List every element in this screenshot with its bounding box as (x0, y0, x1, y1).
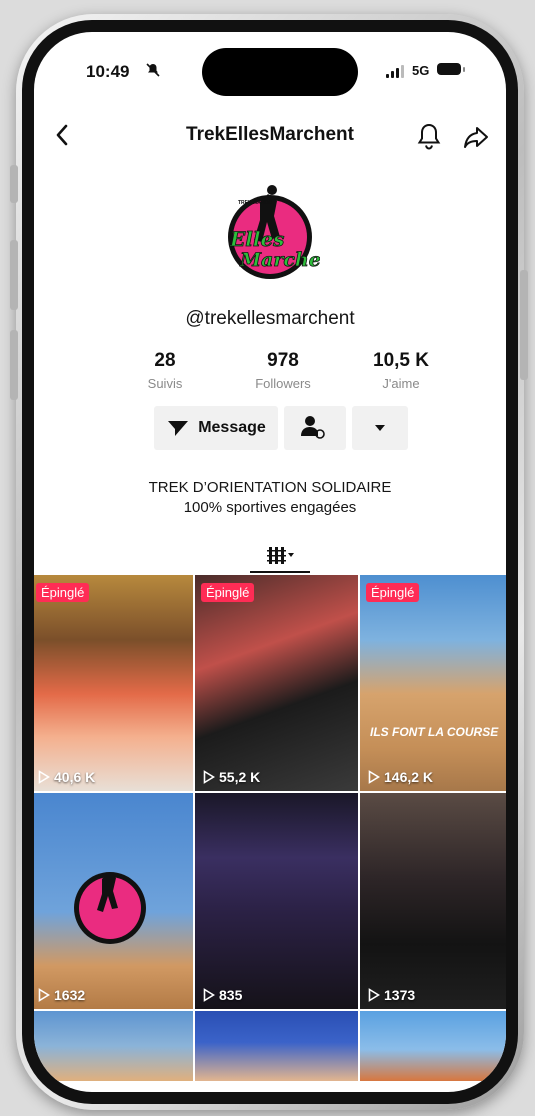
view-count-value: 146,2 K (384, 769, 434, 785)
play-icon (203, 770, 215, 784)
video-thumbnail[interactable]: Épinglé ILS FONT LA COURSE 146,2 K (360, 575, 506, 791)
view-count: 1632 (38, 987, 85, 1003)
caret-down-icon (375, 425, 385, 431)
volume-up-button (10, 240, 18, 310)
pinned-badge: Épinglé (201, 583, 255, 602)
stat-likes[interactable]: 10,5 K J'aime (346, 350, 456, 391)
video-thumbnail[interactable]: Épinglé 40,6 K (34, 575, 193, 791)
dynamic-island (202, 48, 358, 96)
view-count: 55,2 K (203, 769, 260, 785)
add-user-icon (301, 416, 325, 439)
play-icon (38, 770, 50, 784)
video-thumbnail[interactable] (34, 1011, 193, 1081)
video-thumbnail[interactable]: 835 (195, 793, 358, 1009)
stat-label: J'aime (382, 376, 420, 391)
status-time: 10:49 (86, 62, 130, 81)
message-label: Message (198, 419, 266, 436)
play-icon (368, 770, 380, 784)
profile-handle: @trekellesmarchent (185, 308, 355, 329)
stat-value: 10,5 K (373, 350, 429, 371)
stat-value: 978 (267, 350, 299, 371)
volume-down-button (10, 330, 18, 400)
signal-icon (386, 64, 404, 78)
bio-line: TREK D’ORIENTATION SOLIDAIRE (148, 479, 392, 496)
view-count-value: 1632 (54, 987, 86, 1003)
elles-marchent-logo (74, 872, 146, 944)
svg-text:TREK MAROC: TREK MAROC (238, 200, 272, 206)
play-icon (368, 988, 380, 1002)
stat-label: Suivis (147, 376, 183, 391)
network-label: 5G (412, 63, 430, 78)
silent-bell-icon (146, 63, 160, 80)
send-icon (168, 421, 189, 436)
tab-videos[interactable] (250, 538, 310, 574)
pinned-badge: Épinglé (366, 583, 420, 602)
bio-line: 100% sportives engagées (183, 499, 357, 516)
play-icon (38, 988, 50, 1002)
profile-bio: TREK D’ORIENTATION SOLIDAIRE 100% sporti… (34, 478, 506, 518)
view-count: 40,6 K (38, 769, 95, 785)
stat-label: Followers (255, 376, 311, 391)
view-count-value: 1373 (384, 987, 416, 1003)
screen: 10:49 5G TrekEllesMarchent TREK MAROC El… (34, 32, 506, 1092)
view-count: 1373 (368, 987, 415, 1003)
mute-switch (10, 165, 18, 203)
video-grid-icon (267, 547, 294, 564)
video-thumbnail[interactable]: 1632 (34, 793, 193, 1009)
video-overlay-text: ILS FONT LA COURSE (370, 725, 499, 739)
battery-icon (437, 63, 465, 75)
tab-underline (250, 571, 310, 573)
stat-value: 28 (154, 350, 176, 371)
message-button[interactable]: Message (154, 406, 278, 450)
power-button (520, 270, 528, 380)
follow-button[interactable] (284, 406, 346, 450)
stat-following[interactable]: 28 Suivis (110, 350, 220, 391)
view-count: 146,2 K (368, 769, 433, 785)
view-count-value: 835 (219, 987, 243, 1003)
video-grid: Épinglé 40,6 K Épinglé 55,2 K Épinglé IL… (34, 575, 506, 1081)
svg-text:Elles: Elles (229, 227, 284, 251)
share-arrow-icon (464, 127, 488, 148)
video-thumbnail[interactable]: Épinglé 55,2 K (195, 575, 358, 791)
view-count-value: 55,2 K (219, 769, 261, 785)
more-options-button[interactable] (352, 406, 408, 450)
pinned-badge: Épinglé (36, 583, 90, 602)
notification-button[interactable] (416, 122, 444, 152)
video-thumbnail[interactable] (360, 1011, 506, 1081)
bell-icon (417, 123, 441, 150)
view-count-value: 40,6 K (54, 769, 96, 785)
view-count: 835 (203, 987, 242, 1003)
avatar[interactable]: TREK MAROC Elles Marchent (220, 182, 344, 282)
elles-marchent-logo: TREK MAROC Elles Marchent (228, 185, 344, 279)
video-thumbnail[interactable]: 1373 (360, 793, 506, 1009)
stat-followers[interactable]: 978 Followers (228, 350, 338, 391)
video-thumbnail[interactable] (195, 1011, 358, 1081)
share-button[interactable] (462, 123, 490, 153)
svg-text:Marchent: Marchent (239, 249, 320, 271)
play-icon (203, 988, 215, 1002)
